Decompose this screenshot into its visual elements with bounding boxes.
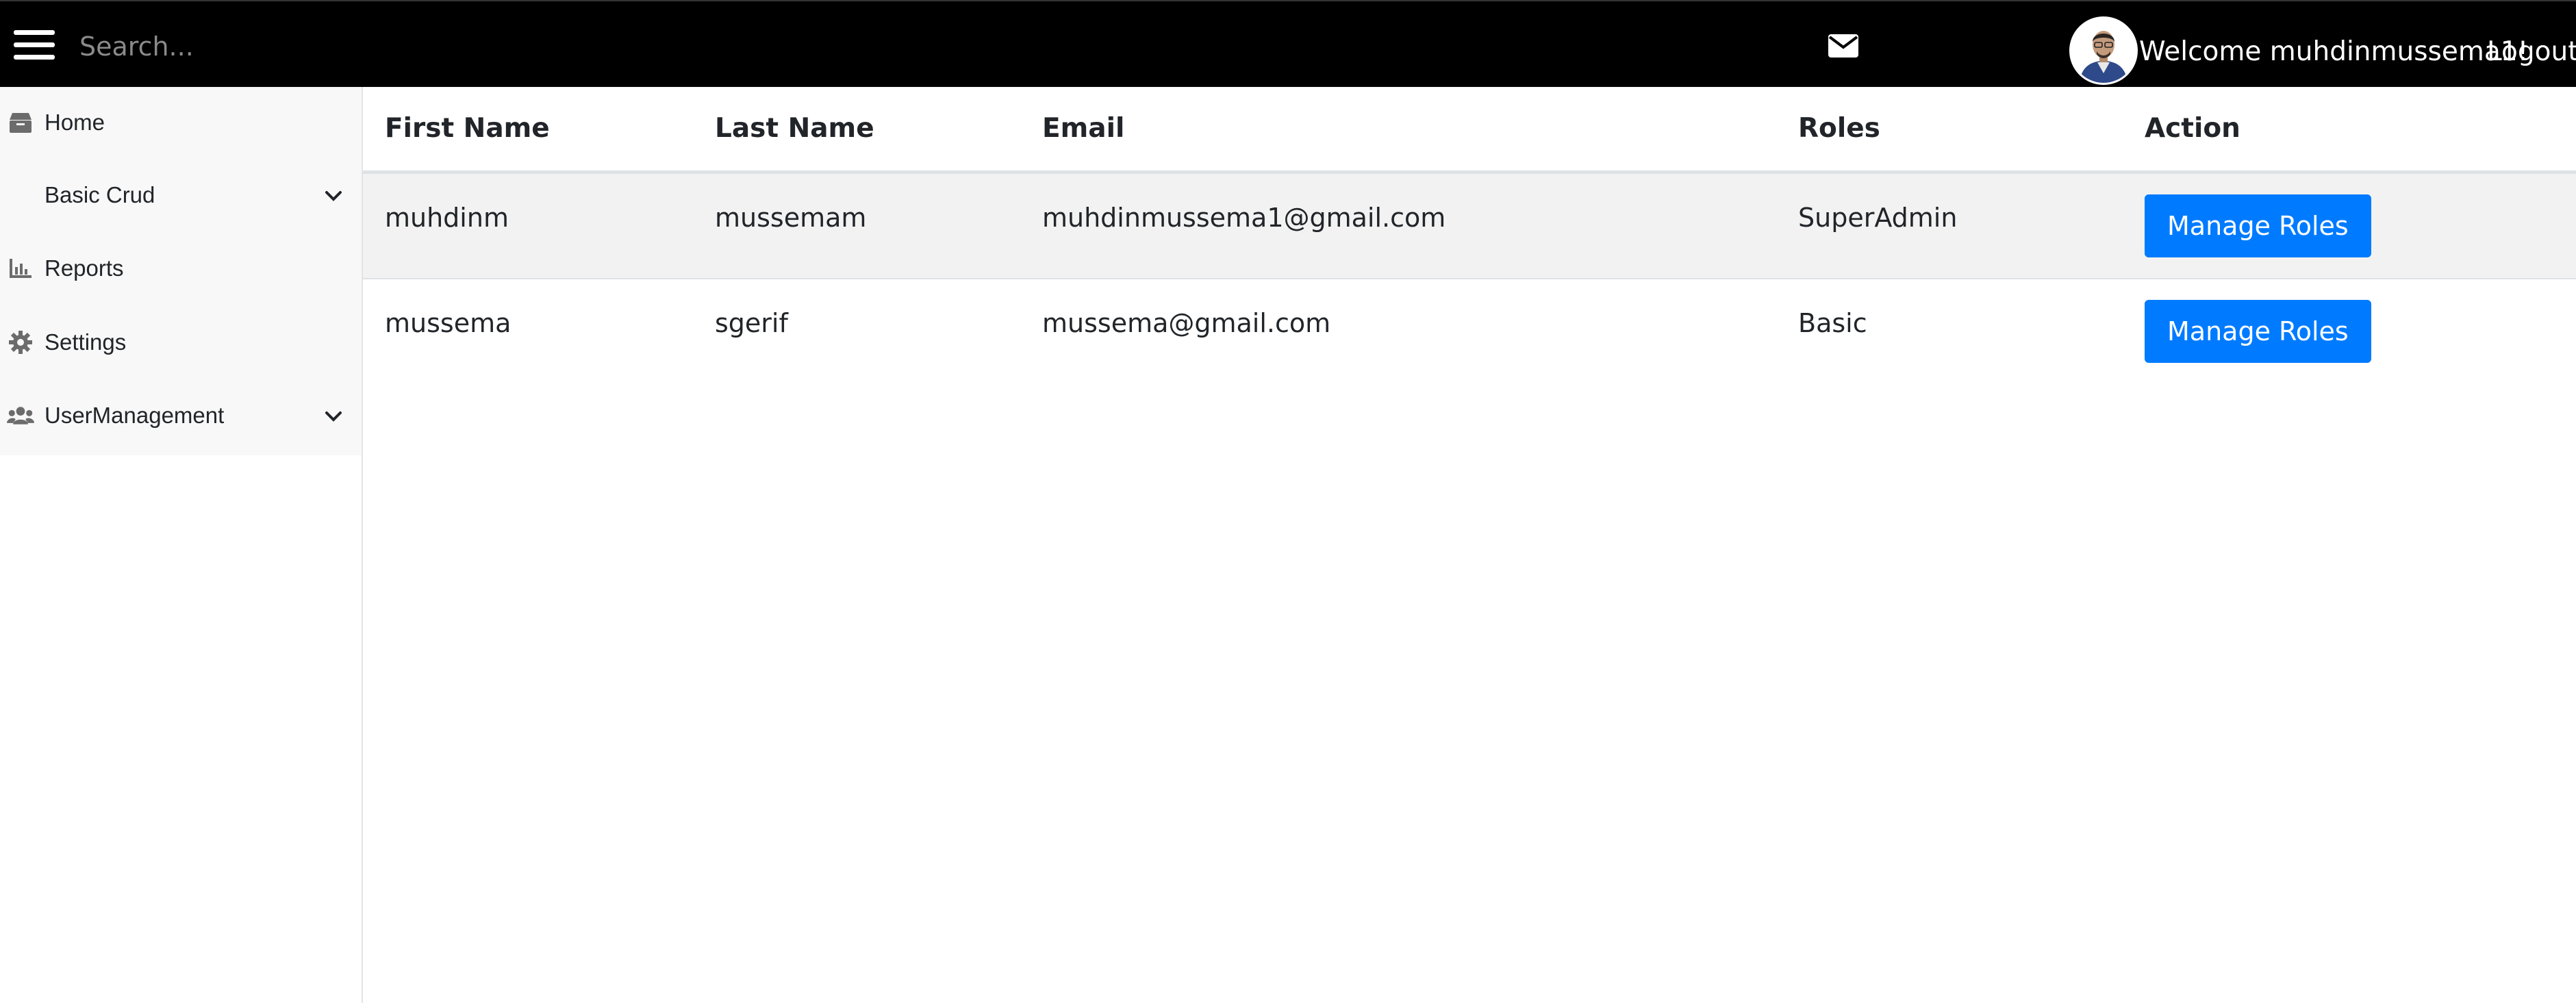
sidebar-item-label: Settings	[45, 329, 127, 355]
table-row: muhdinm mussemam muhdinmussema1@gmail.co…	[363, 172, 2576, 279]
sidebar-item-usermanagement[interactable]: UserManagement	[0, 381, 362, 450]
chevron-down-icon[interactable]	[323, 406, 344, 427]
column-header-first-name: First Name	[363, 87, 693, 174]
cell-action: Manage Roles	[2123, 172, 2576, 279]
column-header-last-name: Last Name	[693, 87, 1020, 174]
sidebar-item-basic-crud[interactable]: Basic Crud	[0, 161, 362, 229]
manage-roles-button[interactable]: Manage Roles	[2145, 300, 2371, 363]
avatar[interactable]	[2069, 16, 2138, 85]
cell-first-name: muhdinm	[363, 172, 693, 279]
sidebar-item-reports[interactable]: Reports	[0, 234, 362, 303]
cell-last-name: mussemam	[693, 172, 1020, 279]
cell-action: Manage Roles	[2123, 279, 2576, 385]
column-header-action: Action	[2123, 87, 2576, 174]
envelope-icon[interactable]	[1828, 34, 1858, 58]
sidebar-item-settings[interactable]: Settings	[0, 308, 362, 377]
logout-link[interactable]: Logout	[2487, 31, 2576, 73]
sidebar-item-label: UserManagement	[45, 403, 225, 428]
table-header-row: First Name Last Name Email Roles Action	[363, 87, 2576, 174]
users-table: First Name Last Name Email Roles Action …	[363, 87, 2576, 385]
manage-roles-button[interactable]: Manage Roles	[2145, 194, 2371, 257]
hamburger-menu-icon[interactable]	[14, 30, 55, 60]
cell-email: muhdinmussema1@gmail.com	[1020, 172, 1776, 279]
column-header-email: Email	[1020, 87, 1776, 174]
top-navbar: Welcome muhdinmussema1! Logout	[0, 0, 2576, 87]
cell-roles: Basic	[1798, 308, 1867, 338]
cell-roles: SuperAdmin	[1776, 172, 2123, 279]
search-input[interactable]	[75, 26, 555, 67]
users-table-container: First Name Last Name Email Roles Action …	[363, 87, 2576, 385]
column-header-roles: Roles	[1776, 87, 2123, 174]
user-photo-icon	[2071, 18, 2136, 83]
bar-chart-icon	[7, 255, 34, 282]
cell-first-name: mussema	[385, 308, 512, 338]
sidebar-item-label: Home	[45, 110, 105, 135]
gear-icon	[7, 329, 34, 356]
table-row: mussema sgerif mussema@gmail.com Basic M…	[363, 279, 2576, 385]
sidebar: Home Basic Crud Reports Settings UserMan…	[0, 87, 362, 455]
users-icon	[7, 402, 34, 429]
sidebar-item-label: Reports	[45, 255, 124, 281]
sidebar-item-home[interactable]: Home	[0, 88, 362, 157]
cell-last-name: sgerif	[715, 308, 788, 338]
chevron-down-icon[interactable]	[323, 186, 344, 206]
cell-email: mussema@gmail.com	[1042, 308, 1331, 338]
welcome-message: Welcome muhdinmussema1!	[2139, 36, 2529, 67]
sidebar-item-label: Basic Crud	[45, 182, 155, 207]
box-icon	[7, 109, 34, 136]
